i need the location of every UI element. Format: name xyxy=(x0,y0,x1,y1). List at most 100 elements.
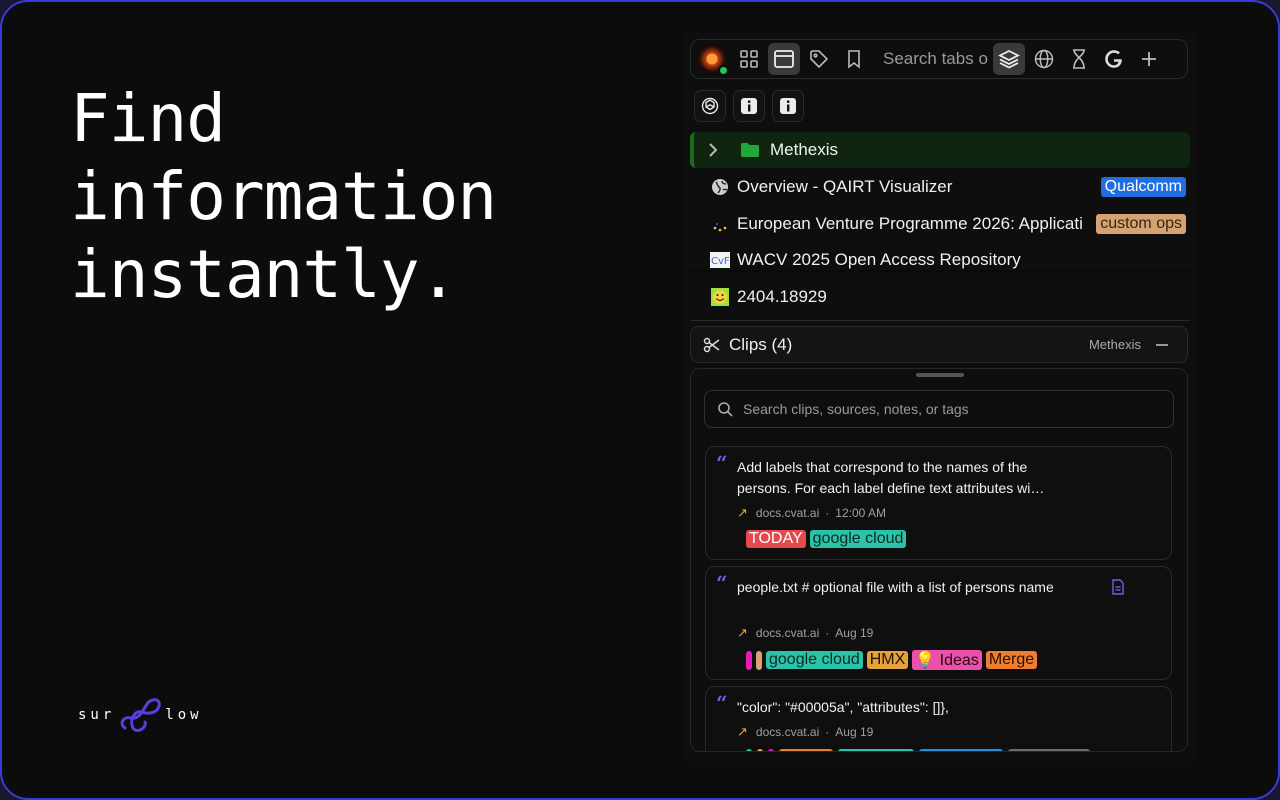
clip-text: people.txt # optional file with a list o… xyxy=(737,579,1054,595)
tab-tag-custom-ops[interactable]: custom ops xyxy=(1096,214,1186,234)
clip-domain: docs.cvat.ai xyxy=(755,506,820,520)
clip-card[interactable]: “ Add labels that correspond to the name… xyxy=(705,446,1172,560)
clip-tags: google cloud HMX 💡 Ideas Merge xyxy=(746,650,1038,670)
clips-search-input[interactable] xyxy=(741,400,1141,418)
online-status-dot xyxy=(718,65,729,76)
external-link-icon[interactable]: ↗ xyxy=(737,625,748,641)
clips-body: “ Add labels that correspond to the name… xyxy=(690,368,1188,752)
divider xyxy=(690,320,1190,321)
bookmark-icon[interactable] xyxy=(838,43,870,75)
tag-merge[interactable]: Merge xyxy=(985,651,1038,669)
plus-icon[interactable] xyxy=(1133,43,1165,75)
infinity-logo-icon xyxy=(120,698,162,732)
color-dot xyxy=(768,749,774,751)
color-dot xyxy=(757,749,763,751)
divider xyxy=(690,270,1190,272)
clip-domain: docs.cvat.ai xyxy=(755,626,820,640)
clip-meta: ↗ docs.cvat.ai · 12:00 AM xyxy=(737,505,886,521)
clip-meta: ↗ docs.cvat.ai · Aug 19 xyxy=(737,625,873,641)
profile-avatar[interactable] xyxy=(697,44,729,76)
clip-text: "color": "#00005a", "attributes": []}, xyxy=(737,699,949,715)
clips-header[interactable]: Clips (4) Methexis xyxy=(690,326,1188,363)
quote-icon: “ xyxy=(716,451,728,475)
external-link-icon[interactable]: ↗ xyxy=(737,724,748,740)
clip-card[interactable]: “ people.txt # optional file with a list… xyxy=(705,566,1172,680)
tag-today[interactable]: TODAY xyxy=(746,530,806,548)
tag-hmx[interactable]: HMX xyxy=(866,651,909,669)
info-icon xyxy=(780,98,796,114)
globe-favicon-icon xyxy=(710,177,730,197)
info-icon xyxy=(741,98,757,114)
clips-title: Clips (4) xyxy=(729,334,793,354)
tag-icon[interactable] xyxy=(803,43,835,75)
tab-title: Overview - QAIRT Visualizer xyxy=(737,177,953,196)
tab-group-methexis[interactable]: Methexis xyxy=(690,132,1190,168)
layers-icon[interactable] xyxy=(993,43,1025,75)
google-icon[interactable] xyxy=(1098,43,1130,75)
clip-time: Aug 19 xyxy=(835,725,874,739)
tag-google-cloud[interactable]: google cloud xyxy=(809,530,907,548)
clips-source-label: Methexis xyxy=(1088,337,1141,352)
clip-text: Add labels that correspond to the names … xyxy=(737,459,1045,496)
brand-logo: sur low xyxy=(78,694,203,736)
color-marker-magenta xyxy=(746,650,752,670)
brand-text-left: sur xyxy=(78,707,116,723)
openai-icon xyxy=(701,97,719,115)
tag-clipped[interactable] xyxy=(919,749,1003,751)
tab-item[interactable]: European Venture Programme 2026: Applica… xyxy=(710,207,1186,241)
drag-handle[interactable] xyxy=(916,373,964,377)
chevron-right-icon[interactable] xyxy=(706,142,720,158)
tag-ideas[interactable]: 💡 Ideas xyxy=(912,650,982,670)
tag-google-cloud[interactable]: google cloud xyxy=(766,651,863,669)
headline: Find information instantly. xyxy=(70,80,497,314)
hourglass-icon[interactable] xyxy=(1063,43,1095,75)
meta-separator: · xyxy=(825,506,830,520)
tag-clipped[interactable] xyxy=(1008,749,1090,751)
grid-icon[interactable] xyxy=(733,43,765,75)
clips-search[interactable] xyxy=(704,390,1174,428)
tab-title: WACV 2025 Open Access Repository xyxy=(737,250,1021,269)
headline-line-3: instantly. xyxy=(70,236,458,313)
clip-tags-clipped xyxy=(746,749,1090,751)
tab-tag-qualcomm[interactable]: Qualcomm xyxy=(1100,177,1186,197)
meta-separator: · xyxy=(825,626,830,640)
minimize-icon[interactable] xyxy=(1155,338,1169,352)
clip-domain: docs.cvat.ai xyxy=(755,725,820,739)
headline-line-1: Find xyxy=(70,80,226,157)
tag-clipped[interactable] xyxy=(838,749,914,751)
document-icon[interactable] xyxy=(1111,579,1125,595)
folder-icon xyxy=(741,143,759,157)
extension-panel: Search tabs o Methexis Overview - QAIRT … xyxy=(684,32,1196,762)
svg-text:CvF: CvF xyxy=(711,256,730,267)
smiley-favicon-icon xyxy=(710,287,730,307)
clip-time: 12:00 AM xyxy=(835,506,886,520)
window-icon[interactable] xyxy=(768,43,800,75)
tab-group-label: Methexis xyxy=(770,140,839,159)
quote-icon: “ xyxy=(716,691,728,715)
tab-search-input[interactable]: Search tabs o xyxy=(873,49,993,69)
external-link-icon[interactable]: ↗ xyxy=(737,505,748,521)
tag-clipped[interactable] xyxy=(779,749,833,751)
headline-line-2: information xyxy=(70,158,497,235)
scissors-icon xyxy=(703,337,720,352)
cvf-favicon-icon: CvF xyxy=(710,250,730,270)
tab-item[interactable]: Overview - QAIRT Visualizer Qualcomm xyxy=(710,170,1186,204)
app-frame: Find information instantly. sur low Sear… xyxy=(0,0,1280,800)
pinned-tab-openai[interactable] xyxy=(694,90,726,122)
color-dot xyxy=(746,749,752,751)
brand-text-right: low xyxy=(165,707,203,723)
stars-favicon-icon xyxy=(710,214,730,234)
pinned-tab-info-1[interactable] xyxy=(733,90,765,122)
clip-time: Aug 19 xyxy=(835,626,874,640)
tab-item[interactable]: CvF WACV 2025 Open Access Repository xyxy=(710,244,1186,270)
clip-card[interactable]: “ "color": "#00005a", "attributes": []},… xyxy=(705,686,1172,751)
tab-item[interactable]: 2404.18929 xyxy=(710,280,1186,314)
tab-title: 2404.18929 xyxy=(737,287,827,306)
pinned-tabs xyxy=(694,90,804,122)
search-icon xyxy=(718,402,733,417)
pinned-tab-info-2[interactable] xyxy=(772,90,804,122)
globe-icon[interactable] xyxy=(1028,43,1060,75)
meta-separator: · xyxy=(825,725,830,739)
clip-meta: ↗ docs.cvat.ai · Aug 19 xyxy=(737,724,873,740)
quote-icon: “ xyxy=(716,571,728,595)
